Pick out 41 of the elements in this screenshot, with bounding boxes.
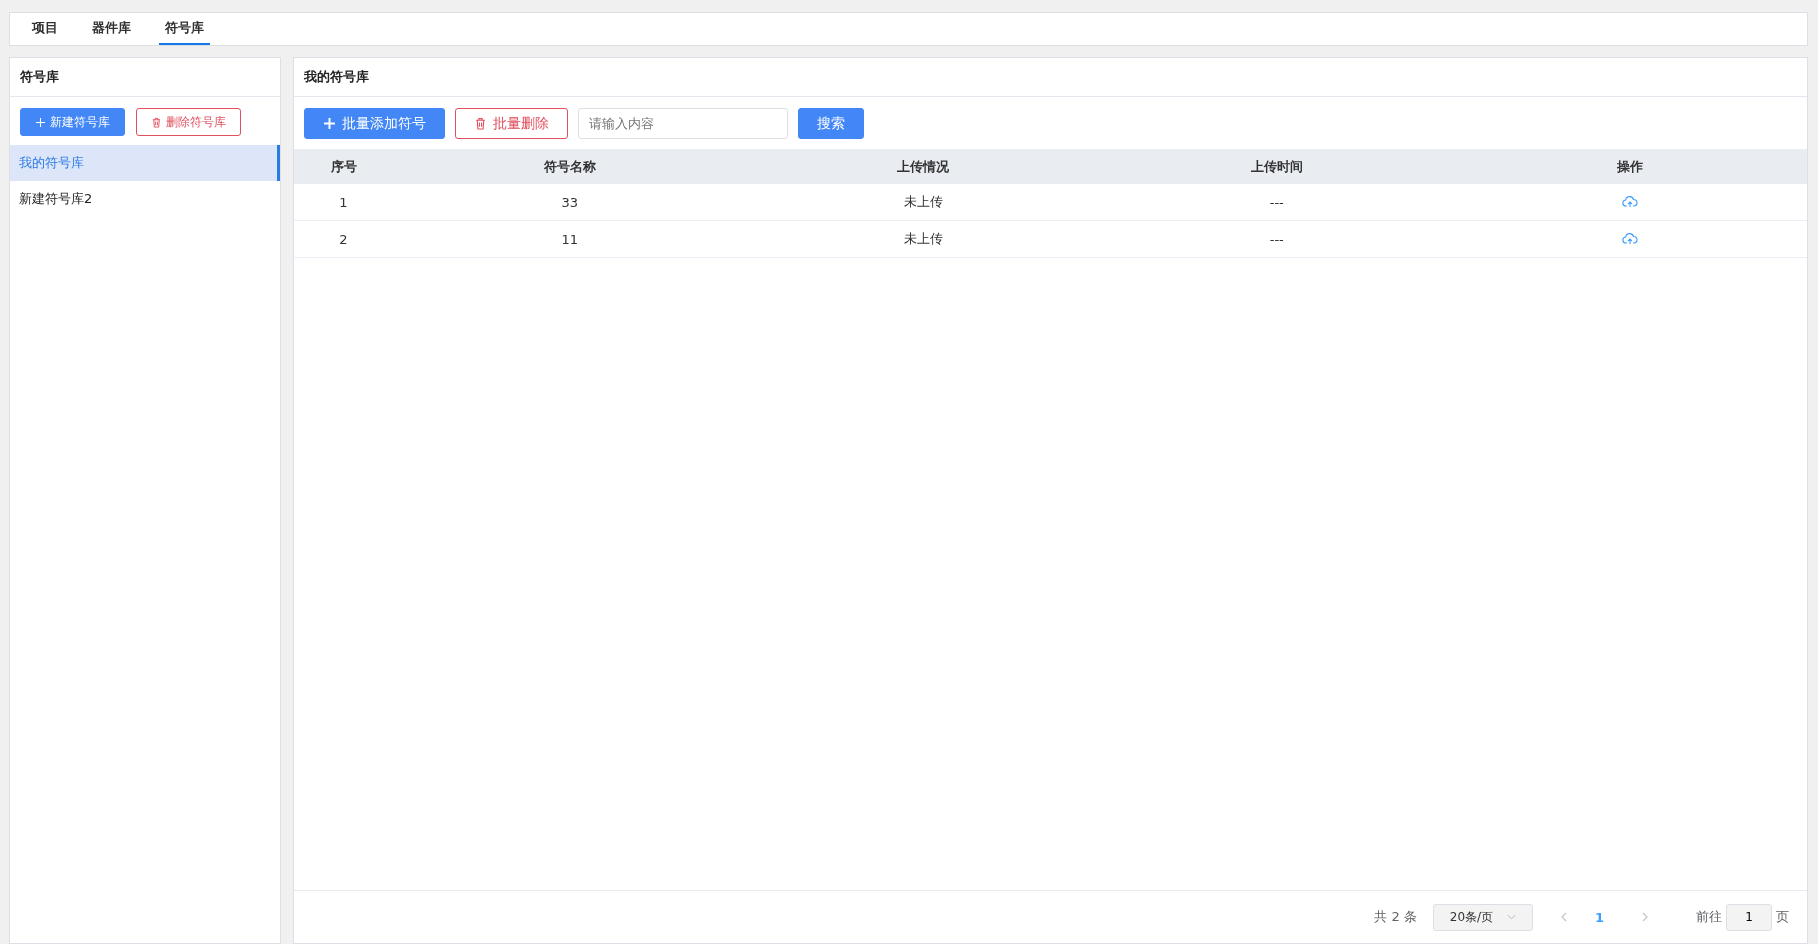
library-item[interactable]: 新建符号库2 bbox=[10, 181, 280, 217]
batch-add-button[interactable]: 批量添加符号 bbox=[304, 108, 445, 139]
table-cell: 33 bbox=[561, 194, 578, 210]
tab[interactable]: 项目 bbox=[26, 13, 64, 45]
library-item[interactable]: 我的符号库 bbox=[10, 145, 280, 181]
batch-delete-button[interactable]: 批量删除 bbox=[455, 108, 568, 139]
table-cell: 1 bbox=[339, 194, 348, 210]
page-size-select[interactable]: 20条/页 bbox=[1432, 903, 1533, 931]
previous-page-icon[interactable] bbox=[1560, 912, 1567, 922]
cloud-upload-icon[interactable] bbox=[1622, 233, 1639, 245]
column-header: 符号名称 bbox=[543, 157, 596, 176]
page-number[interactable]: 1 bbox=[1584, 909, 1614, 925]
tab[interactable]: 符号库 bbox=[159, 13, 210, 45]
search-button[interactable]: 搜索 bbox=[798, 108, 864, 139]
trash-icon bbox=[474, 117, 487, 130]
total-count: 共 2 条 bbox=[1374, 908, 1417, 926]
goto-label: 前往 bbox=[1696, 908, 1722, 926]
plus-icon bbox=[35, 116, 46, 128]
table-cell: 11 bbox=[561, 231, 578, 247]
chevron-down-icon bbox=[1507, 914, 1517, 920]
next-page-icon[interactable] bbox=[1642, 912, 1648, 922]
table-cell: 未上传 bbox=[903, 193, 943, 211]
cloud-upload-icon[interactable] bbox=[1622, 196, 1639, 208]
table-cell: --- bbox=[1269, 231, 1284, 247]
table-cell: 未上传 bbox=[903, 230, 943, 248]
panel-title: 我的符号库 bbox=[304, 68, 369, 86]
trash-icon bbox=[151, 116, 162, 128]
goto-page-field[interactable]: 1 bbox=[1726, 903, 1772, 931]
delete-library-button[interactable]: 删除符号库 bbox=[136, 108, 241, 136]
table-cell: 2 bbox=[339, 231, 348, 247]
page-suffix: 页 bbox=[1776, 908, 1789, 926]
tab[interactable]: 器件库 bbox=[86, 13, 137, 45]
column-header: 操作 bbox=[1617, 157, 1644, 176]
search-field[interactable]: 请输入内容 bbox=[578, 108, 788, 139]
plus-icon bbox=[323, 117, 336, 130]
column-header: 序号 bbox=[330, 157, 357, 176]
panel-title: 符号库 bbox=[20, 68, 59, 86]
new-library-button[interactable]: 新建符号库 bbox=[20, 108, 125, 136]
column-header: 上传时间 bbox=[1250, 157, 1303, 176]
column-header: 上传情况 bbox=[897, 157, 950, 176]
table-cell: --- bbox=[1269, 194, 1284, 210]
